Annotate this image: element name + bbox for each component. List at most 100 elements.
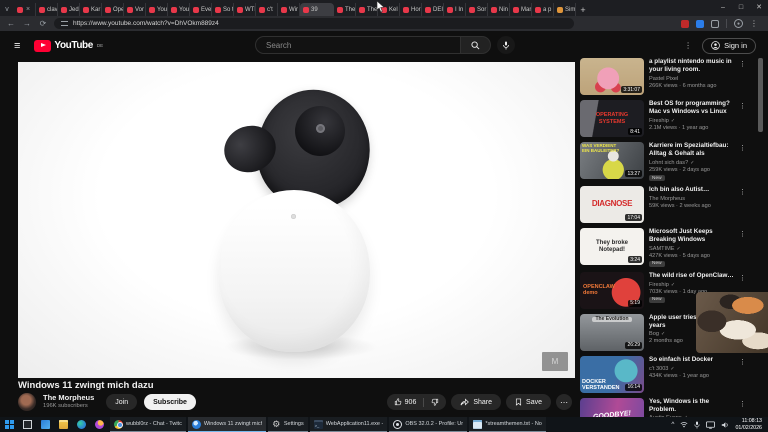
- share-button[interactable]: Share: [451, 394, 501, 410]
- minimize-button[interactable]: –: [714, 0, 732, 14]
- more-actions-button[interactable]: ⋯: [556, 394, 572, 410]
- browser-tab[interactable]: Ope: [102, 3, 124, 16]
- close-button[interactable]: ✕: [750, 0, 768, 14]
- browser-tab[interactable]: ×: [14, 3, 36, 16]
- video-thumbnail[interactable]: DIAGNOSE17:04: [580, 186, 644, 223]
- maximize-button[interactable]: □: [732, 0, 750, 14]
- browser-tab[interactable]: You: [168, 3, 190, 16]
- browser-tab[interactable]: I In: [444, 3, 466, 16]
- taskbar-app-chromeblue[interactable]: Windows 11 zwingt mich: [188, 417, 266, 432]
- video-thumbnail[interactable]: OPERATING SYSTEMS8:41: [580, 100, 644, 137]
- edge-taskbar-icon[interactable]: [72, 417, 90, 432]
- back-icon[interactable]: ←: [6, 19, 16, 28]
- site-info-icon[interactable]: [61, 21, 68, 26]
- video-thumbnail[interactable]: 3:31:07: [580, 58, 644, 95]
- video-menu-icon[interactable]: ⋮: [739, 358, 746, 366]
- forward-icon[interactable]: →: [22, 19, 32, 28]
- reload-icon[interactable]: ⟳: [38, 19, 48, 28]
- volume-extension-icon[interactable]: [696, 20, 704, 28]
- video-menu-icon[interactable]: ⋮: [739, 188, 746, 196]
- search-button[interactable]: [461, 36, 491, 54]
- video-thumbnail[interactable]: DOCKER VERSTANDEN16:14: [580, 356, 644, 393]
- browser-tab[interactable]: The: [356, 3, 378, 16]
- browser-tab[interactable]: Wir: [278, 3, 300, 16]
- related-video[interactable]: DIAGNOSE17:04Ich bin also Autist…The Mor…: [580, 186, 746, 223]
- browser-tab[interactable]: Sor: [466, 3, 488, 16]
- browser-tab[interactable]: Mar: [510, 3, 532, 16]
- video-menu-icon[interactable]: ⋮: [739, 60, 746, 68]
- video-thumbnail[interactable]: The Evolution26:29: [580, 314, 644, 351]
- tab-search-icon[interactable]: v: [0, 2, 14, 16]
- browser-tab[interactable]: Hor: [400, 3, 422, 16]
- video-menu-icon[interactable]: ⋮: [739, 274, 746, 282]
- volume-icon[interactable]: [721, 421, 729, 429]
- tray-mic-icon[interactable]: [694, 421, 700, 429]
- youtube-logo[interactable]: YouTube DE: [34, 40, 103, 52]
- channel-avatar[interactable]: [18, 393, 36, 411]
- related-video[interactable]: They broke Notepad!3:24Microsoft Just Ke…: [580, 228, 746, 267]
- browser-tab[interactable]: c't: [256, 3, 278, 16]
- hamburger-menu-icon[interactable]: ≡: [14, 40, 20, 52]
- browser-tab[interactable]: Eve: [190, 3, 212, 16]
- extensions-puzzle-icon[interactable]: [711, 20, 719, 28]
- browser-tab[interactable]: clav: [36, 3, 58, 16]
- search-input[interactable]: [266, 41, 446, 50]
- video-menu-icon[interactable]: ⋮: [739, 144, 746, 152]
- related-video[interactable]: DOCKER VERSTANDEN16:14So einfach ist Doc…: [580, 356, 746, 393]
- like-button[interactable]: 906: [387, 398, 424, 406]
- explorer-taskbar-icon[interactable]: [54, 417, 72, 432]
- new-tab-button[interactable]: +: [576, 3, 590, 16]
- dislike-button[interactable]: [424, 398, 446, 406]
- voice-search-button[interactable]: [497, 36, 515, 54]
- taskbar-app-notepad[interactable]: *streamthemen.txt - No: [469, 417, 546, 432]
- browser-tab[interactable]: Kar: [80, 3, 102, 16]
- taskbar-app-obs[interactable]: OBS 32.0.2 - Profile: Unt: [389, 417, 467, 432]
- tray-chevron-icon[interactable]: ^: [671, 421, 674, 428]
- tab-close-icon[interactable]: ×: [26, 6, 30, 13]
- video-player[interactable]: M: [18, 62, 575, 378]
- taskbar-clock[interactable]: 11:08:13 01/02/2026: [735, 418, 762, 431]
- video-thumbnail[interactable]: WAS VERDIENT EIN BAULEITER?13:27: [580, 142, 644, 179]
- browser-tab[interactable]: Jedi: [58, 3, 80, 16]
- subscribe-button[interactable]: Subscribe: [144, 394, 196, 410]
- browser-tab[interactable]: WTF: [234, 3, 256, 16]
- url-text[interactable]: https://www.youtube.com/watch?v=DhVOkm88…: [73, 20, 219, 27]
- taskbar-app-chrome[interactable]: wubbl0rz - Chat - Twitc: [110, 417, 186, 432]
- video-thumbnail[interactable]: They broke Notepad!3:24: [580, 228, 644, 265]
- related-video[interactable]: OPERATING SYSTEMS8:41Best OS for program…: [580, 100, 746, 137]
- start-taskbar-icon[interactable]: [0, 417, 18, 432]
- sign-in-button[interactable]: Sign in: [702, 38, 756, 54]
- header-menu-icon[interactable]: ⋮: [684, 41, 692, 50]
- video-thumbnail[interactable]: OPENCLAW demo5:19: [580, 272, 644, 309]
- firefox-taskbar-icon[interactable]: [90, 417, 108, 432]
- display-icon[interactable]: [706, 421, 715, 429]
- ublock-extension-icon[interactable]: [681, 20, 689, 28]
- channel-name[interactable]: The Morpheus: [43, 394, 94, 403]
- related-video[interactable]: 3:31:07a playlist nintendo music in your…: [580, 58, 746, 95]
- browser-tab[interactable]: DEI: [422, 3, 444, 16]
- taskbar-app-terminal[interactable]: >_WebApplication11.exe -: [310, 417, 388, 432]
- profile-avatar-icon[interactable]: ●: [734, 19, 743, 28]
- taskbar-app-settings[interactable]: ⚙Settings: [268, 417, 308, 432]
- related-video[interactable]: WAS VERDIENT EIN BAULEITER?13:27Karriere…: [580, 142, 746, 181]
- video-menu-icon[interactable]: ⋮: [739, 102, 746, 110]
- browser-tab[interactable]: The: [334, 3, 356, 16]
- save-button[interactable]: Save: [506, 394, 551, 410]
- address-bar[interactable]: https://www.youtube.com/watch?v=DhVOkm88…: [54, 18, 574, 29]
- search-box[interactable]: [255, 36, 461, 54]
- page-scrollbar[interactable]: [758, 58, 763, 132]
- browser-tab[interactable]: You: [146, 3, 168, 16]
- video-menu-icon[interactable]: ⋮: [739, 400, 746, 408]
- taskview-taskbar-icon[interactable]: [18, 417, 36, 432]
- browser-tab[interactable]: Nin: [488, 3, 510, 16]
- browser-tab[interactable]: a p: [532, 3, 554, 16]
- browser-tab[interactable]: 39: [300, 3, 334, 16]
- channel-watermark[interactable]: M: [542, 352, 568, 371]
- video-menu-icon[interactable]: ⋮: [739, 230, 746, 238]
- network-icon[interactable]: [680, 421, 688, 428]
- browser-tab[interactable]: So t: [212, 3, 234, 16]
- photos-taskbar-icon[interactable]: [36, 417, 54, 432]
- browser-tab[interactable]: Sim: [554, 3, 576, 16]
- browser-tab[interactable]: Vor: [124, 3, 146, 16]
- browser-menu-icon[interactable]: ⋮: [750, 19, 758, 28]
